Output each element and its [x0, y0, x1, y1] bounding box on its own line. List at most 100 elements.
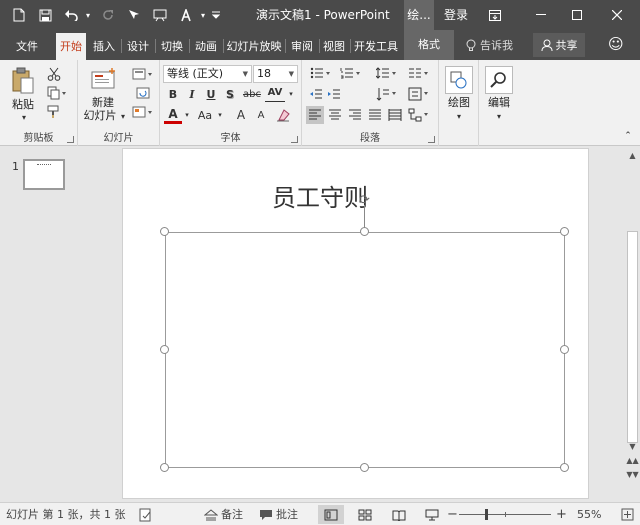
text-direction-icon[interactable] [374, 86, 400, 102]
increase-indent-icon[interactable] [326, 86, 342, 102]
sign-in-link[interactable]: 登录 [444, 0, 468, 30]
font-name-combo[interactable]: 等线 (正文) ▼ [163, 65, 252, 83]
zoom-level[interactable]: 55% [577, 503, 601, 525]
underline-button[interactable]: U [203, 86, 219, 102]
reset-slide-icon[interactable] [130, 84, 156, 102]
previous-slide-icon[interactable]: ▲▲ [625, 453, 640, 467]
decrease-indent-icon[interactable] [308, 86, 324, 102]
copy-icon[interactable] [42, 84, 72, 102]
resize-handle-bottom[interactable] [360, 463, 369, 472]
share-button[interactable]: 共享 [533, 33, 585, 57]
tab-format[interactable]: 格式 [404, 30, 454, 60]
shapes-icon[interactable] [445, 66, 473, 94]
editing-dropdown-icon[interactable]: ▾ [494, 110, 504, 122]
editing-button[interactable]: 编辑 [479, 96, 519, 109]
scroll-down-icon[interactable]: ▼ [625, 439, 640, 453]
slide-title-text[interactable]: 员工守则 [0, 178, 640, 213]
tab-view[interactable]: 视图 [320, 33, 348, 60]
text-shadow-button[interactable]: S [222, 86, 238, 102]
reading-view-icon[interactable] [386, 505, 412, 524]
paste-dropdown-icon[interactable]: ▾ [18, 112, 30, 122]
zoom-in-button[interactable]: + [556, 503, 567, 525]
font-size-combo[interactable]: 18 ▼ [253, 65, 298, 83]
ribbon-display-options-button[interactable] [472, 0, 518, 30]
new-slide-dropdown-icon[interactable]: ▾ [118, 110, 128, 122]
tab-review[interactable]: 审阅 [287, 33, 317, 60]
bullets-icon[interactable] [308, 65, 334, 81]
slide-sorter-icon[interactable] [352, 505, 378, 524]
tab-developer[interactable]: 开发工具 [352, 33, 400, 60]
numbering-icon[interactable] [338, 65, 364, 81]
next-slide-icon[interactable]: ▼▼ [625, 467, 640, 481]
start-slideshow-icon[interactable] [149, 4, 171, 26]
find-icon[interactable] [485, 66, 513, 94]
font-color-icon[interactable] [175, 4, 197, 26]
scroll-up-icon[interactable]: ▲ [625, 148, 640, 162]
tab-file[interactable]: 文件 [8, 33, 46, 60]
undo-icon[interactable] [60, 4, 82, 26]
new-slide-label-line1[interactable]: 新建 [80, 96, 126, 109]
touch-mode-icon[interactable] [123, 4, 145, 26]
new-slide-label-line2[interactable]: 幻灯片 [80, 109, 120, 122]
drawing-dropdown-icon[interactable]: ▾ [454, 110, 464, 122]
spelling-check-icon[interactable] [139, 503, 153, 525]
columns-icon[interactable] [406, 65, 432, 81]
tab-transitions[interactable]: 切换 [157, 33, 187, 60]
align-text-icon[interactable] [406, 86, 432, 102]
strikethrough-button[interactable]: abc [241, 86, 263, 102]
paste-icon[interactable] [8, 66, 38, 96]
grow-font-button[interactable]: A [232, 106, 250, 124]
line-spacing-icon[interactable] [374, 65, 400, 81]
zoom-out-button[interactable]: − [447, 503, 458, 525]
tab-design[interactable]: 设计 [123, 33, 153, 60]
tab-slideshow[interactable]: 幻灯片放映 [225, 33, 283, 60]
resize-handle-bottom-left[interactable] [160, 463, 169, 472]
resize-handle-top[interactable] [360, 227, 369, 236]
cut-icon[interactable] [44, 65, 64, 83]
align-right-icon[interactable] [346, 106, 364, 124]
italic-button[interactable]: I [184, 86, 200, 102]
character-spacing-button[interactable]: AV [265, 84, 285, 102]
font-color-dropdown-ribbon-icon[interactable]: ▾ [183, 108, 191, 122]
character-spacing-dropdown-icon[interactable]: ▾ [286, 86, 296, 102]
align-center-icon[interactable] [326, 106, 344, 124]
resize-handle-top-left[interactable] [160, 227, 169, 236]
shrink-font-button[interactable]: A [252, 106, 270, 124]
align-left-icon[interactable] [306, 106, 324, 124]
font-size-dropdown-icon[interactable]: ▼ [289, 66, 294, 82]
resize-handle-bottom-right[interactable] [560, 463, 569, 472]
font-name-dropdown-icon[interactable]: ▼ [243, 66, 248, 82]
paste-button[interactable]: 粘贴 [6, 98, 40, 111]
smartart-icon[interactable] [406, 106, 432, 124]
font-color-dropdown-icon[interactable]: ▾ [198, 4, 208, 26]
layout-icon[interactable] [130, 65, 156, 83]
vertical-scrollbar[interactable]: ▲ ▼ ▲▲ ▼▼ [625, 147, 640, 500]
rotate-handle-icon[interactable]: ⟳ [357, 193, 372, 208]
zoom-slider-knob[interactable] [485, 509, 488, 520]
collapse-ribbon-icon[interactable]: ⌃ [622, 130, 634, 142]
resize-handle-left[interactable] [160, 345, 169, 354]
close-button[interactable] [594, 0, 640, 30]
distributed-icon[interactable] [386, 106, 404, 124]
new-document-icon[interactable] [8, 4, 30, 26]
font-color-button[interactable]: A [164, 106, 182, 124]
tab-animations[interactable]: 动画 [191, 33, 221, 60]
justify-icon[interactable] [366, 106, 384, 124]
clipboard-launcher-icon[interactable] [67, 136, 74, 143]
bold-button[interactable]: B [165, 86, 181, 102]
clear-formatting-icon[interactable] [274, 106, 292, 124]
content-placeholder[interactable] [165, 232, 565, 468]
font-launcher-icon[interactable] [291, 136, 298, 143]
slideshow-view-icon[interactable] [419, 505, 445, 524]
new-slide-icon[interactable] [88, 66, 118, 94]
normal-view-icon[interactable] [318, 505, 344, 524]
paragraph-launcher-icon[interactable] [428, 136, 435, 143]
notes-button[interactable]: 备注 [204, 503, 243, 525]
format-painter-icon[interactable] [44, 103, 64, 121]
customize-qat-icon[interactable] [209, 4, 223, 26]
save-icon[interactable] [34, 4, 56, 26]
section-icon[interactable] [130, 103, 156, 121]
drawing-button[interactable]: 绘图 [439, 96, 479, 109]
feedback-smiley-icon[interactable]: ☺ [608, 35, 624, 53]
tab-insert[interactable]: 插入 [89, 33, 119, 60]
